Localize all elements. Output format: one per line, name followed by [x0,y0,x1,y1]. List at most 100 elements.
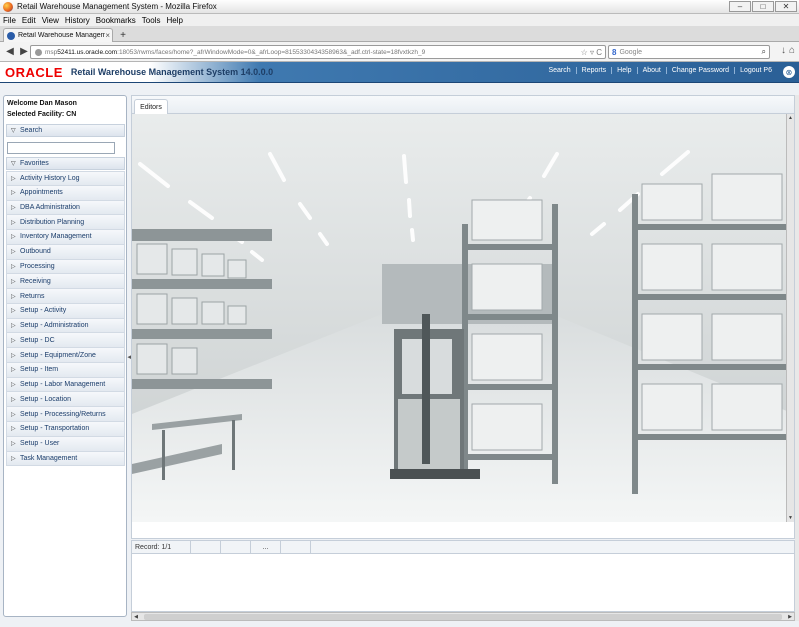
back-button[interactable]: ◀ [3,45,17,59]
menu-item-dba-administration[interactable]: ▷ DBA Administration [6,200,125,216]
header-link-about[interactable]: About [636,67,666,74]
scroll-up-icon[interactable]: ▲ [787,114,794,122]
tab-close-icon[interactable]: × [105,31,110,40]
menu-item-setup-administration[interactable]: ▷ Setup - Administration [6,318,125,334]
menu-bookmarks[interactable]: Bookmarks [96,16,136,25]
editor-vertical-scrollbar[interactable]: ▲ ▼ [786,114,794,522]
search-section-header[interactable]: ▽ Search [6,124,125,137]
site-identity-icon[interactable] [35,48,42,56]
chevron-right-icon: ▷ [11,234,16,241]
menu-item-label: Task Management [20,454,78,462]
search-input[interactable] [7,142,115,154]
header-link-reports[interactable]: Reports [575,67,612,74]
header-link-change-password[interactable]: Change Password [665,67,734,74]
scroll-right-icon[interactable]: ▶ [786,614,794,620]
menu-item-label: Distribution Planning [20,218,85,226]
close-window-button[interactable]: ✕ [775,1,797,12]
tab-editors[interactable]: Editors [134,99,168,114]
chevron-right-icon: ▷ [11,396,16,403]
menu-item-setup-activity[interactable]: ▷ Setup - Activity [6,303,125,319]
downloads-icon[interactable]: ↓ [781,45,786,56]
url-rest: :18053/rwms/faces/home?_afrWindowMode=0&… [117,48,426,56]
new-tab-button[interactable]: + [116,29,130,41]
menu-item-setup-transportation[interactable]: ▷ Setup - Transportation [6,422,125,437]
navigation-menu: ▷ Activity History Log ▷ Appointments ▷ DBA… [6,171,125,467]
menu-history[interactable]: History [65,16,90,25]
menu-item-outbound[interactable]: ▷ Outbound [6,244,125,260]
url-tools-icons[interactable]: ☆ ▿ C [581,48,602,57]
menu-item-label: Setup - Item [20,366,59,374]
chevron-right-icon: ▷ [11,323,16,330]
minimize-button[interactable]: – [729,1,751,12]
editor-tab-bar: Editors [132,96,794,114]
url-bar[interactable]: msp52411.us.oracle.com:18053/rwms/faces/… [30,45,606,59]
chevron-right-icon: ▷ [11,411,16,418]
horizontal-scrollbar[interactable]: ◀ ▶ [131,612,795,621]
menu-edit[interactable]: Edit [22,16,36,25]
header-close-icon[interactable]: ⊗ [783,66,795,78]
search-section-label: Search [20,127,43,134]
favorites-section-header[interactable]: ▽ Favorites [6,157,125,170]
maximize-button[interactable]: □ [752,1,774,12]
menu-item-label: Activity History Log [20,174,80,182]
menu-item-activity-history-log[interactable]: ▷ Activity History Log [6,171,125,186]
tab-editors-label: Editors [140,103,162,111]
chevron-right-icon: ▷ [11,263,16,270]
app-body: Welcome Dan Mason Selected Facility: CN … [0,83,799,627]
menu-item-label: Setup - Transportation [20,425,90,433]
status-bar: Record: 1/1 ... [131,540,795,554]
menu-file[interactable]: File [3,16,16,25]
search-bar[interactable]: 8 Google ⌕ [608,45,770,59]
editor-panel: Editors ▲ ▼ [131,95,795,539]
header-link-logout[interactable]: Logout P6 [734,67,777,74]
menu-item-setup-processing-returns[interactable]: ▷ Setup - Processing/Returns [6,407,125,423]
header-link-help[interactable]: Help [611,67,636,74]
menu-item-setup-dc[interactable]: ▷ Setup - DC [6,333,125,349]
menu-item-returns[interactable]: ▷ Returns [6,289,125,304]
menu-item-setup-item[interactable]: ▷ Setup - Item [6,362,125,378]
menu-item-appointments[interactable]: ▷ Appointments [6,185,125,201]
url-text[interactable]: msp52411.us.oracle.com:18053/rwms/faces/… [45,49,581,56]
menu-item-label: Setup - Processing/Returns [20,410,106,418]
menu-item-setup-equipment-zone[interactable]: ▷ Setup - Equipment/Zone [6,348,125,363]
chevron-right-icon: ▷ [11,455,16,462]
menu-item-label: Setup - DC [20,336,55,344]
status-cell [310,541,340,553]
home-icon[interactable]: ⌂ [789,45,795,56]
menu-item-distribution-planning[interactable]: ▷ Distribution Planning [6,215,125,231]
search-placeholder[interactable]: Google [619,49,761,56]
menu-item-processing[interactable]: ▷ Processing [6,259,125,275]
scroll-down-icon[interactable]: ▼ [787,514,794,522]
menu-view[interactable]: View [42,16,59,25]
menu-item-task-management[interactable]: ▷ Task Management [6,451,125,467]
browser-tab-strip: Retail Warehouse Management System × + [0,26,799,42]
scroll-left-icon[interactable]: ◀ [132,614,140,620]
search-icon[interactable]: ⌕ [762,47,766,57]
firefox-icon [3,1,13,12]
menu-item-receiving[interactable]: ▷ Receiving [6,274,125,290]
scroll-thumb[interactable] [144,614,782,620]
menu-item-setup-user[interactable]: ▷ Setup - User [6,436,125,452]
menu-item-setup-labor-management[interactable]: ▷ Setup - Labor Management [6,377,125,393]
welcome-text: Welcome Dan Mason [7,100,77,107]
window-title: Retail Warehouse Management System - Moz… [17,2,217,11]
chevron-down-icon: ▽ [11,128,16,134]
browser-tab-label: Retail Warehouse Management System [18,32,106,39]
chevron-right-icon: ▷ [11,426,16,433]
browser-tab[interactable]: Retail Warehouse Management System × [3,28,113,42]
header-link-search[interactable]: Search [543,67,575,74]
search-engine-icon[interactable]: 8 [612,48,616,57]
menu-help[interactable]: Help [166,16,182,25]
detail-panel [131,554,795,612]
warehouse-image [132,114,794,522]
menu-item-label: Setup - Activity [20,307,67,315]
chevron-right-icon: ▷ [11,190,16,197]
menu-item-label: Setup - Location [20,395,71,403]
menu-item-setup-location[interactable]: ▷ Setup - Location [6,392,125,408]
menu-item-inventory-management[interactable]: ▷ Inventory Management [6,230,125,245]
chevron-right-icon: ▷ [11,175,16,182]
page-vertical-scrollbar[interactable] [795,95,799,621]
forward-button[interactable]: ▶ [17,45,31,59]
menu-tools[interactable]: Tools [142,16,161,25]
menu-item-label: Setup - User [20,440,60,448]
